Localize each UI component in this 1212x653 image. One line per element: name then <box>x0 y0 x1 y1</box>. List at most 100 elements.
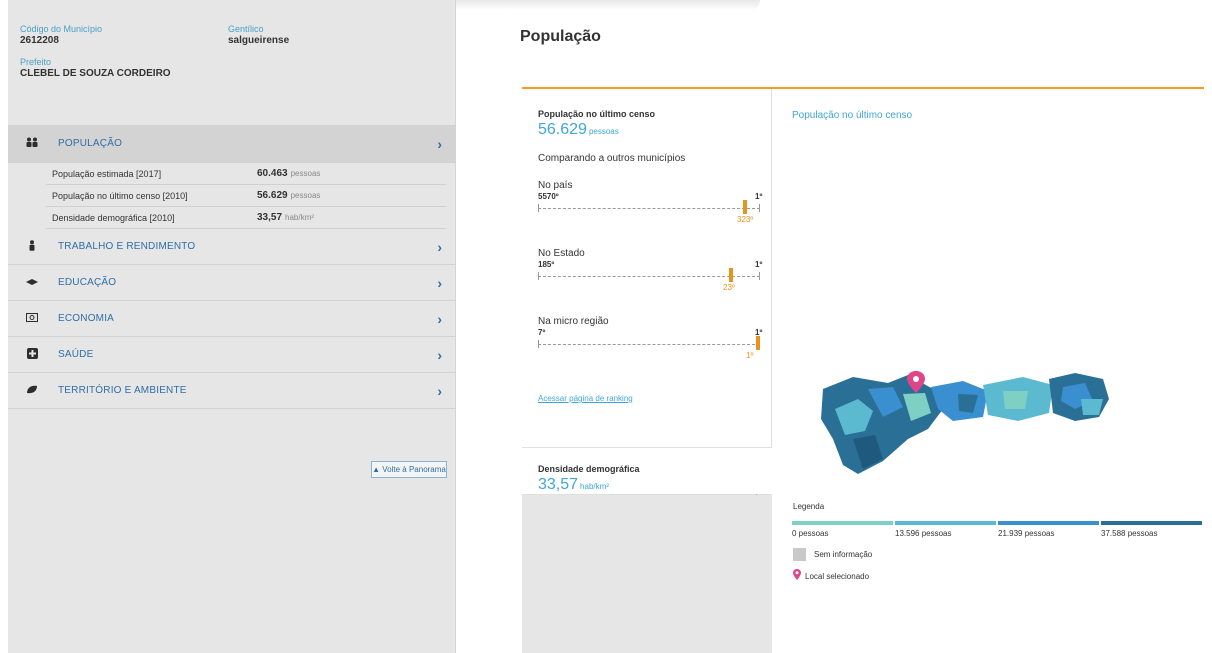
ranking-title: Na micro região <box>538 316 609 327</box>
sidebar: Código do Município 2612208 Gentílico sa… <box>8 0 456 653</box>
population-row[interactable]: População estimada [2017] 60.463 pessoas <box>46 163 446 185</box>
ranking-min: 7º <box>538 328 546 337</box>
row-unit: pessoas <box>290 169 321 178</box>
density-label: Densidade demográfica <box>538 464 640 474</box>
topic-educacao[interactable]: EDUCAÇÃO › <box>8 265 456 301</box>
legend-values: 0 pessoas 13.596 pessoas 21.939 pessoas … <box>792 529 1204 538</box>
legend-bar <box>792 521 893 525</box>
census-summary: População no último censo 56.629 pessoas … <box>522 89 771 403</box>
ranking-marker[interactable] <box>756 336 760 350</box>
population-panel: População no último censo 56.629 pessoas … <box>522 87 1204 653</box>
chevron-right-icon: › <box>437 382 442 399</box>
money-icon <box>24 312 40 325</box>
ranking-axis <box>538 276 760 277</box>
topic-label: EDUCAÇÃO <box>58 277 117 288</box>
population-row[interactable]: População no último censo [2010] 56.629 … <box>46 185 446 207</box>
compare-label: Comparando a outros municípios <box>538 153 686 164</box>
legend-title: Legenda <box>793 502 825 511</box>
ranking-tick <box>538 272 539 280</box>
chevron-right-icon: › <box>437 135 442 152</box>
ranking-title: No país <box>538 180 573 191</box>
ranking-microregion: Na micro região 7º 1º 1º <box>538 316 762 368</box>
topic-trabalho[interactable]: TRABALHO E RENDIMENTO › <box>8 229 456 265</box>
empty-area <box>522 495 772 653</box>
ranking-tick <box>759 272 760 280</box>
census-value-line: 56.629 pessoas <box>538 121 755 139</box>
ranking-tick <box>759 204 760 212</box>
no-info-label: Sem informação <box>814 550 873 559</box>
row-label: População estimada [2017] <box>52 168 162 179</box>
municipio-code-block: Código do Município 2612208 <box>20 24 228 47</box>
census-value: 56.629 <box>538 121 587 138</box>
legend-no-info: Sem informação <box>793 548 872 561</box>
row-unit: hab/km² <box>285 213 314 222</box>
legend-scale <box>792 521 1204 525</box>
back-to-panorama-button[interactable]: ▲ Volte à Panorama <box>371 461 447 478</box>
legend-value: 37.588 pessoas <box>1101 529 1158 538</box>
map-title: População no último censo <box>792 110 913 121</box>
ranking-title: No Estado <box>538 248 585 259</box>
row-value: 33,57 <box>257 212 283 223</box>
selected-label: Local selecionado <box>805 571 870 581</box>
census-label: População no último censo <box>538 109 656 119</box>
map-pin-icon <box>793 569 801 583</box>
chevron-right-icon: › <box>437 238 442 255</box>
ranking-min: 185º <box>538 260 555 269</box>
topic-economia[interactable]: ECONOMIA › <box>8 301 456 337</box>
chevron-right-icon: › <box>437 274 442 291</box>
legend-selected: Local selecionado <box>793 569 869 583</box>
gentilico-label: Gentílico <box>228 24 264 34</box>
topic-list: POPULAÇÃO › População estimada [2017] 60… <box>8 125 456 409</box>
health-icon <box>24 347 40 362</box>
map-regions <box>821 373 1109 474</box>
person-icon <box>24 239 40 254</box>
legend-value: 13.596 pessoas <box>895 529 952 538</box>
row-label: População no último censo [2010] <box>52 190 188 201</box>
population-row[interactable]: Densidade demográfica [2010] 33,57 hab/k… <box>46 207 446 229</box>
ranking-axis <box>538 208 760 209</box>
ranking-page-link[interactable]: Acessar página de ranking <box>538 394 755 403</box>
population-summary: População no último censo 56.629 pessoas … <box>522 89 772 653</box>
density-value-line: 33,57 hab/km² <box>538 476 756 494</box>
ranking-country: No país 5570º 1º 323º <box>538 180 762 232</box>
gentilico-value: salgueirense <box>228 35 290 46</box>
ranking-marker[interactable] <box>729 268 733 282</box>
prefeito-label: Prefeito <box>20 57 52 67</box>
ranking-tick <box>538 340 539 348</box>
prefeito-value: CLEBEL DE SOUZA CORDEIRO <box>20 68 171 79</box>
row-value: 60.463 <box>257 168 288 179</box>
legend-value: 21.939 pessoas <box>998 529 1055 538</box>
legend-bar <box>998 521 1099 525</box>
row-label: Densidade demográfica [2010] <box>52 212 175 223</box>
book-icon <box>24 277 40 289</box>
ranking-marker[interactable] <box>743 200 747 214</box>
topic-label: ECONOMIA <box>58 313 115 324</box>
topic-territorio[interactable]: TERRITÓRIO E AMBIENTE › <box>8 373 456 409</box>
state-map[interactable] <box>813 369 1113 484</box>
topic-populacao[interactable]: POPULAÇÃO › <box>8 125 456 163</box>
ranking-tick <box>538 204 539 212</box>
ranking-min: 5570º <box>538 192 559 201</box>
map-card: População no último censo Legenda 0 pess… <box>773 89 1204 653</box>
topic-label: TERRITÓRIO E AMBIENTE <box>58 385 187 396</box>
legend-bar <box>895 521 996 525</box>
municipio-code-value: 2612208 <box>20 35 59 46</box>
page-title: População <box>520 28 601 45</box>
density-value: 33,57 <box>538 476 579 493</box>
ranking-position: 323º <box>737 215 754 224</box>
ranking-max: 1º <box>755 192 763 201</box>
topic-label: SAÚDE <box>58 349 94 360</box>
density-card[interactable]: Densidade demográfica 33,57hab/km² › <box>522 447 772 504</box>
ranking-max: 1º <box>755 260 763 269</box>
topic-saude[interactable]: SAÚDE › <box>8 337 456 373</box>
ranking-position: 1º <box>746 351 754 360</box>
topic-label: TRABALHO E RENDIMENTO <box>58 241 196 252</box>
ranking-axis <box>538 344 760 345</box>
legend-value: 0 pessoas <box>792 529 829 538</box>
ranking-state: No Estado 185º 1º 23º <box>538 248 762 300</box>
leaf-icon <box>24 385 40 397</box>
municipio-code-label: Código do Município <box>20 24 103 34</box>
prefeito-block: Prefeito CLEBEL DE SOUZA CORDEIRO <box>8 47 455 80</box>
topic-label: POPULAÇÃO <box>58 138 123 149</box>
chevron-right-icon: › <box>437 310 442 327</box>
